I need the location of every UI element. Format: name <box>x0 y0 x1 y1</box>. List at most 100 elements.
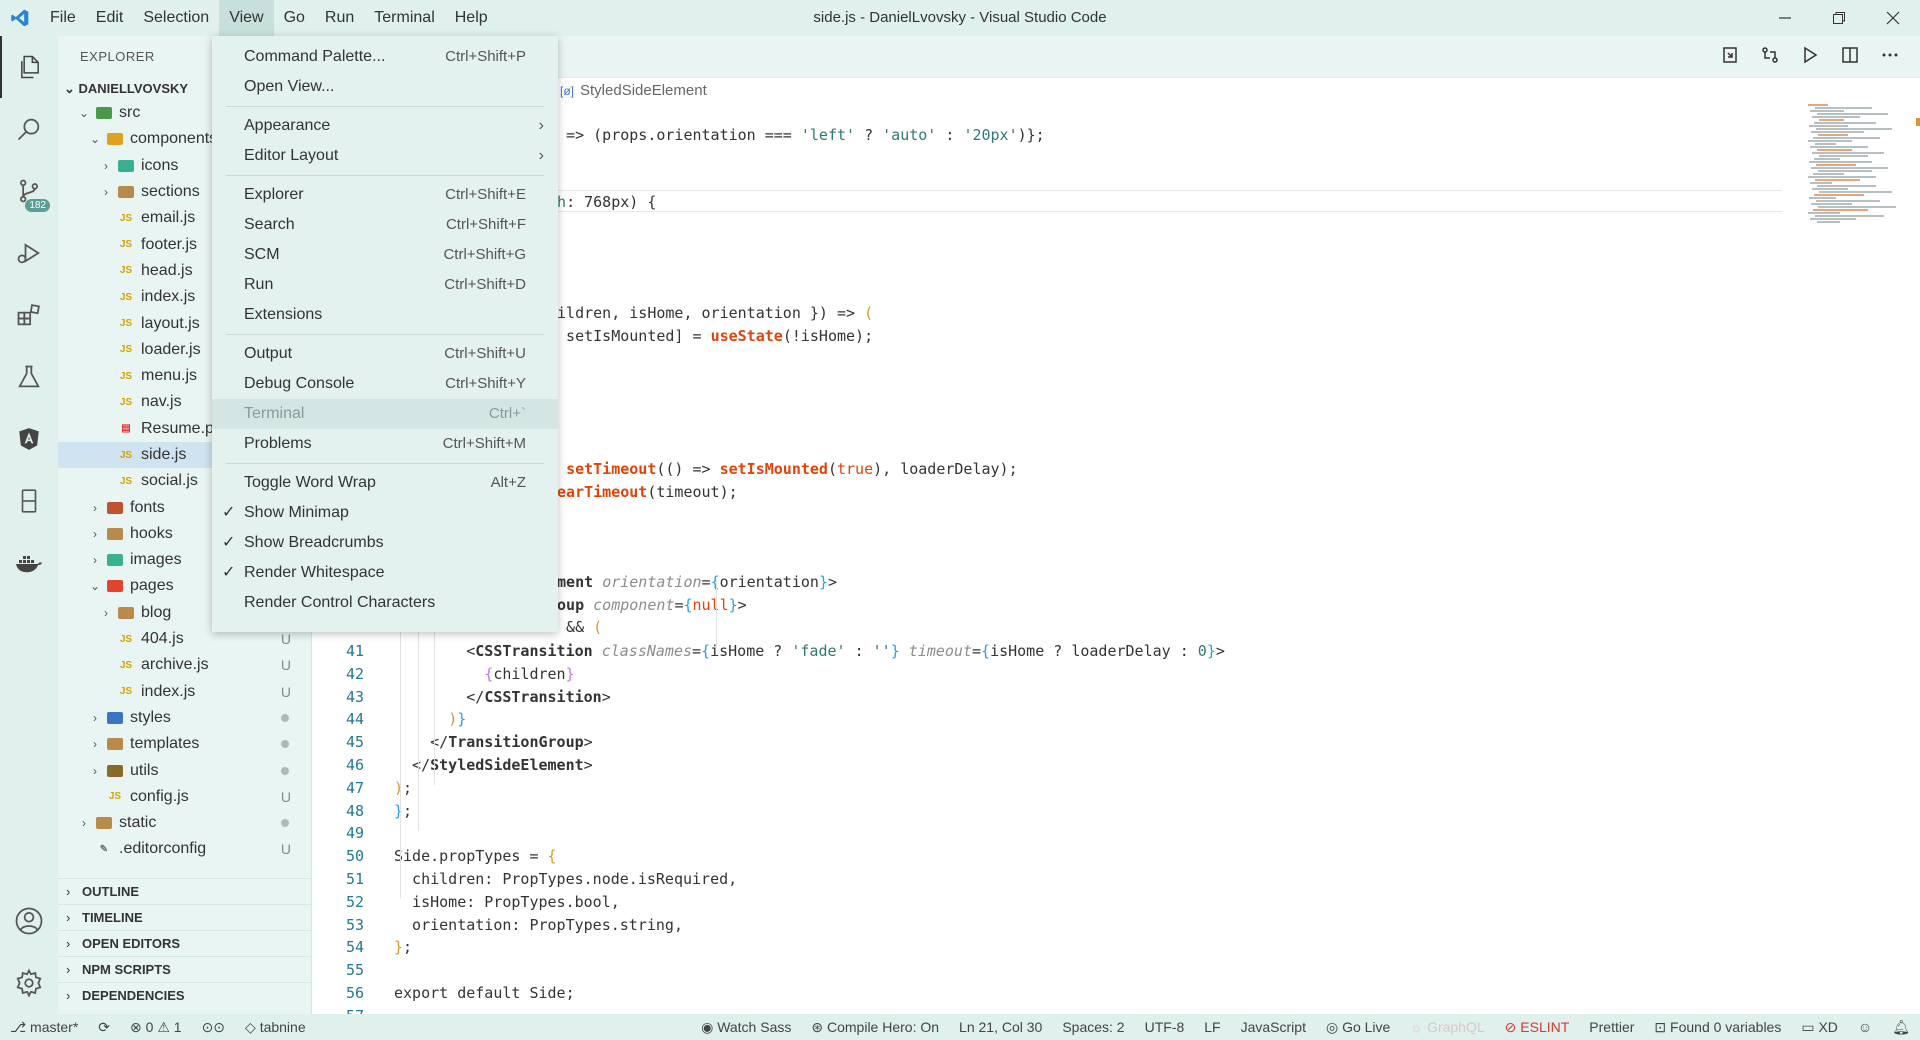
eslint-indicator[interactable]: ⊘ ESLINT <box>1495 1014 1580 1040</box>
minimap-line <box>1814 158 1840 160</box>
view-menu-item-problems[interactable]: Problems Ctrl+Shift+M <box>212 429 558 459</box>
view-menu-item-show-minimap[interactable]: ✓ Show Minimap <box>212 498 558 528</box>
restore-icon[interactable] <box>1812 0 1866 36</box>
git-status-untracked: U <box>280 683 291 700</box>
view-menu-item-terminal[interactable]: Terminal Ctrl+` <box>212 399 558 429</box>
encoding[interactable]: UTF-8 <box>1135 1014 1195 1040</box>
menu-run[interactable]: Run <box>315 0 364 36</box>
view-menu-item-command-palette[interactable]: Command Palette... Ctrl+Shift+P <box>212 42 558 72</box>
breadcrumb-item[interactable]: StyledSideElement <box>580 82 707 99</box>
graphql-indicator[interactable]: ☼ GraphQL <box>1400 1014 1494 1040</box>
cursor-position[interactable]: Ln 21, Col 30 <box>949 1014 1052 1040</box>
testing-flask-icon[interactable] <box>0 346 58 408</box>
view-menu-item-editor-layout[interactable]: Editor Layout › <box>212 141 558 171</box>
editor-actions <box>1720 36 1900 78</box>
tree-file[interactable]: JS config.js U <box>58 784 311 810</box>
line-number: 48 <box>345 801 364 820</box>
found-variables-indicator[interactable]: ⊡ Found 0 variables <box>1644 1014 1791 1040</box>
tree-folder[interactable]: › static <box>58 810 311 836</box>
minimap-line <box>1812 152 1884 154</box>
live-share-icon[interactable]: ⊙⊙ <box>192 1014 235 1040</box>
compile-hero-button[interactable]: ⊛ Compile Hero: On <box>801 1014 949 1040</box>
view-menu-item-appearance[interactable]: Appearance › <box>212 111 558 141</box>
tree-file[interactable]: JS archive.js U <box>58 652 311 678</box>
view-menu-item-scm[interactable]: SCM Ctrl+Shift+G <box>212 240 558 270</box>
tree-file[interactable]: ✎ .editorconfig U <box>58 836 311 862</box>
section-outline[interactable]: › OUTLINE <box>58 878 311 904</box>
close-icon[interactable] <box>1866 0 1920 36</box>
view-menu-item-toggle-word-wrap[interactable]: Toggle Word Wrap Alt+Z <box>212 468 558 498</box>
tree-item-label: email.js <box>141 209 196 227</box>
language-mode[interactable]: JavaScript <box>1231 1014 1316 1040</box>
xd-indicator[interactable]: ▭ XD <box>1791 1014 1848 1040</box>
branch-indicator[interactable]: ⎇ master* <box>0 1014 88 1040</box>
source-control-icon[interactable]: 182 <box>0 160 58 222</box>
section-dependencies[interactable]: › DEPENDENCIES <box>58 982 311 1008</box>
prettier-indicator[interactable]: Prettier <box>1579 1014 1644 1040</box>
chevron-right-icon: › <box>82 816 86 831</box>
angular-icon[interactable] <box>0 408 58 470</box>
sync-icon[interactable]: ⟳ <box>88 1014 120 1040</box>
menu-file[interactable]: File <box>40 0 86 36</box>
tree-item-label: head.js <box>141 261 193 279</box>
minimap[interactable] <box>1808 104 1898 224</box>
notifications-bell-icon[interactable]: 🔔︎ <box>1882 1014 1920 1040</box>
tree-folder[interactable]: › styles <box>58 705 311 731</box>
view-menu-item-open-view[interactable]: Open View... <box>212 72 558 102</box>
end-of-line[interactable]: LF <box>1194 1014 1230 1040</box>
view-menu-item-show-breadcrumbs[interactable]: ✓ Show Breadcrumbs <box>212 528 558 558</box>
compare-changes-icon[interactable] <box>1760 45 1780 70</box>
line-number: 41 <box>345 642 364 660</box>
view-menu-item-output[interactable]: Output Ctrl+Shift+U <box>212 339 558 369</box>
feedback-icon[interactable]: ☺ <box>1848 1014 1882 1040</box>
indentation[interactable]: Spaces: 2 <box>1052 1014 1134 1040</box>
chevron-right-icon: › <box>538 117 544 134</box>
docker-icon[interactable] <box>0 532 58 594</box>
view-menu-item-search[interactable]: Search Ctrl+Shift+F <box>212 210 558 240</box>
explorer-icon[interactable] <box>0 36 58 98</box>
view-menu-item-run[interactable]: Run Ctrl+Shift+D <box>212 270 558 300</box>
tree-folder[interactable]: › utils <box>58 757 311 783</box>
menu-edit[interactable]: Edit <box>86 0 134 36</box>
split-editor-icon[interactable] <box>1840 45 1860 70</box>
minimap-line <box>1815 179 1860 181</box>
view-menu-item-render-whitespace[interactable]: ✓ Render Whitespace <box>212 558 558 588</box>
account-icon[interactable] <box>0 890 58 952</box>
folder-icon <box>106 579 124 593</box>
section-npm-scripts[interactable]: › NPM SCRIPTS <box>58 956 311 982</box>
extensions-icon[interactable] <box>0 284 58 346</box>
menu-selection[interactable]: Selection <box>133 0 219 36</box>
tree-file[interactable]: JS index.js U <box>58 679 311 705</box>
menu-go[interactable]: Go <box>274 0 315 36</box>
tree-item-label: config.js <box>130 787 189 805</box>
minimize-icon[interactable] <box>1758 0 1812 36</box>
code-text: </TransitionGroup> <box>394 733 593 752</box>
view-menu-item-extensions[interactable]: Extensions <box>212 300 558 330</box>
watch-sass-button[interactable]: ◉ Watch Sass <box>691 1014 801 1040</box>
minimap-line <box>1819 155 1868 157</box>
search-icon[interactable] <box>0 98 58 160</box>
menu-help[interactable]: Help <box>445 0 498 36</box>
folder-icon <box>106 737 124 751</box>
view-menu-item-render-control-characters[interactable]: Render Control Characters <box>212 588 558 618</box>
section-timeline[interactable]: › TIMELINE <box>58 904 311 930</box>
run-debug-icon[interactable] <box>0 222 58 284</box>
tabnine-indicator[interactable]: ◇ tabnine <box>235 1014 316 1040</box>
settings-gear-icon[interactable] <box>0 952 58 1014</box>
menu-view[interactable]: View <box>219 0 274 36</box>
javascript-file-icon: JS <box>119 686 133 698</box>
tree-folder[interactable]: › templates <box>58 731 311 757</box>
editorconfig-file-icon: ✎ <box>99 843 109 855</box>
problems-indicator[interactable]: ⊗ 0 ⚠ 1 <box>120 1014 192 1040</box>
menu-terminal[interactable]: Terminal <box>364 0 444 36</box>
go-live-button[interactable]: ◎ Go Live <box>1316 1014 1400 1040</box>
view-menu-item-debug-console[interactable]: Debug Console Ctrl+Shift+Y <box>212 369 558 399</box>
view-menu-item-explorer[interactable]: Explorer Ctrl+Shift+E <box>212 180 558 210</box>
open-remote-icon[interactable] <box>1720 45 1740 70</box>
device-icon[interactable] <box>0 470 58 532</box>
chevron-right-icon: › <box>93 710 97 725</box>
run-icon[interactable] <box>1800 45 1820 70</box>
section-open-editors[interactable]: › OPEN EDITORS <box>58 930 311 956</box>
more-actions-icon[interactable] <box>1880 45 1900 70</box>
minimap-line <box>1814 194 1864 196</box>
